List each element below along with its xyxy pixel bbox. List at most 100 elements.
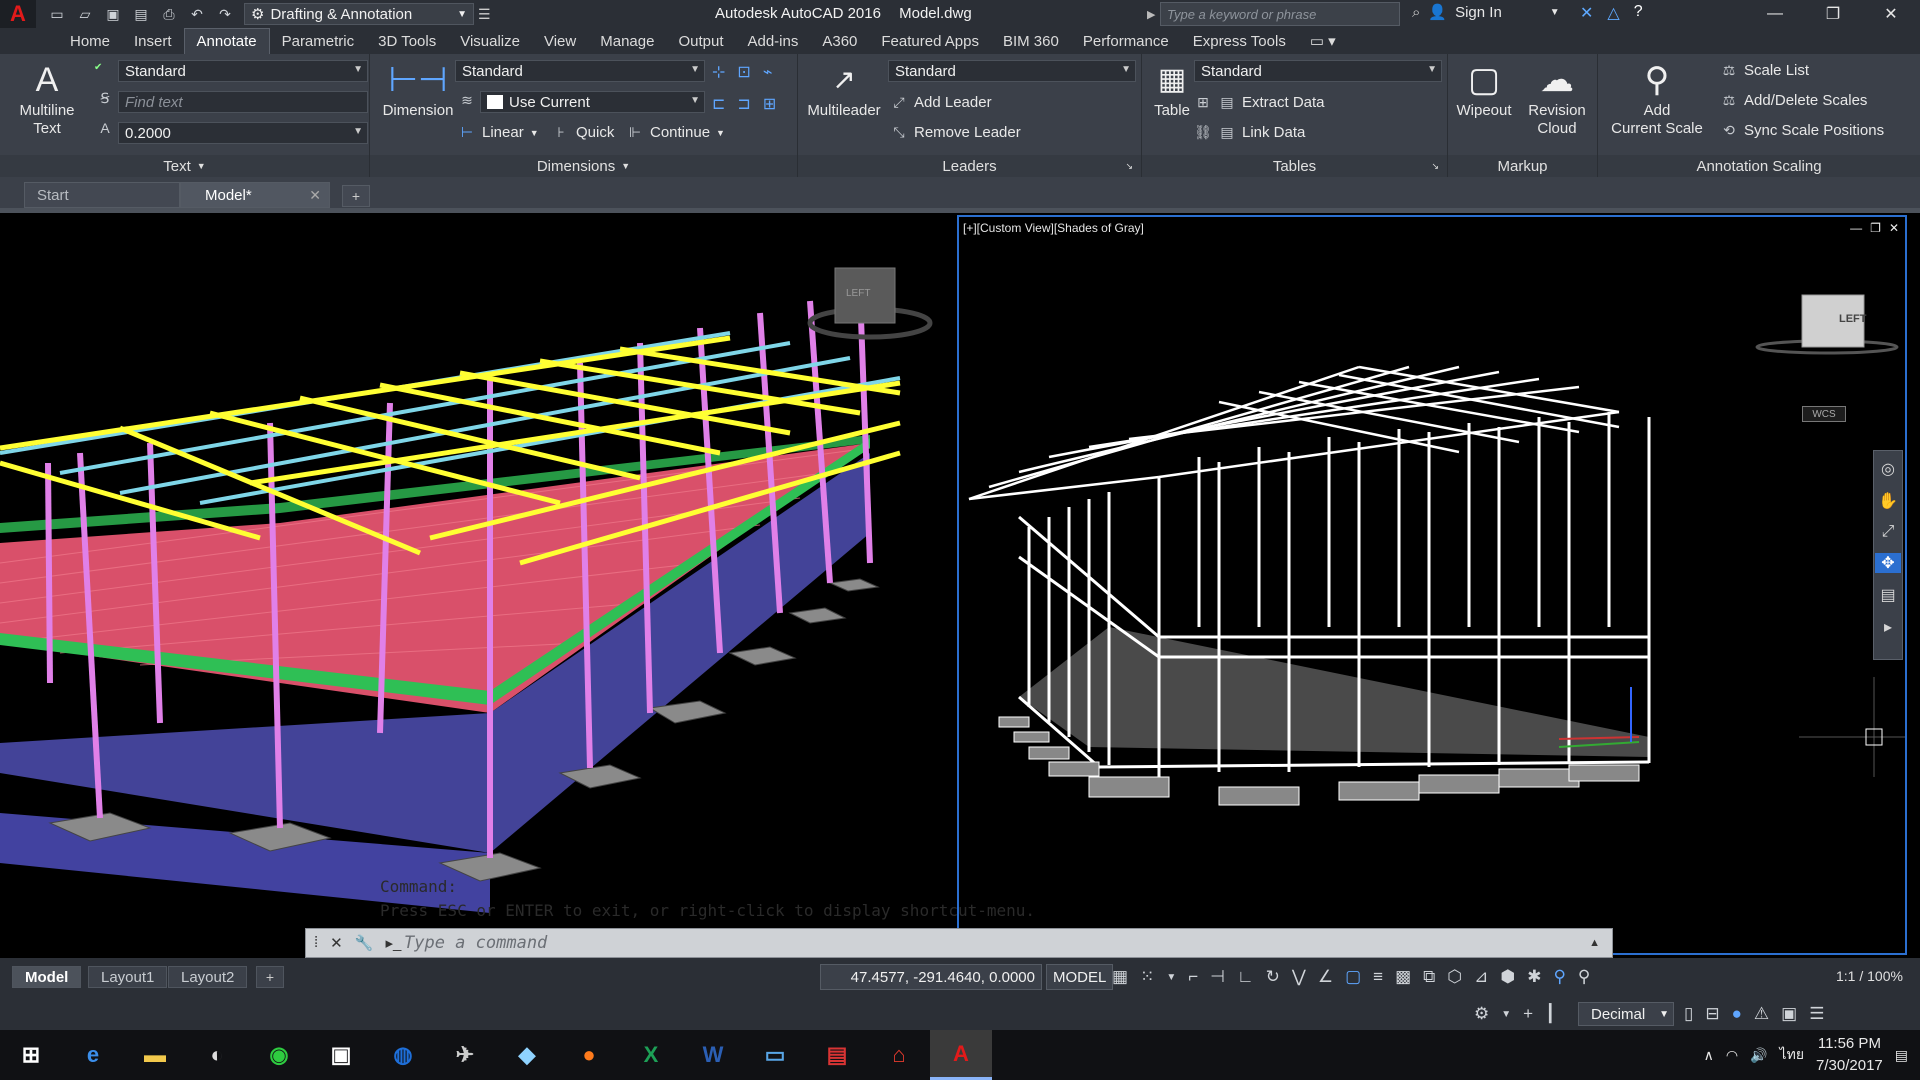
- remote-desktop-icon[interactable]: ▭: [744, 1030, 806, 1080]
- remove-leader-button[interactable]: ⤡ Remove Leader: [890, 124, 1020, 141]
- revision-cloud-button[interactable]: ☁ Revision Cloud: [1520, 58, 1594, 138]
- help-icon[interactable]: ?: [1634, 3, 1643, 23]
- new-file-icon[interactable]: ▭: [46, 4, 68, 24]
- object-snap-tracking-icon[interactable]: ∠: [1318, 967, 1333, 987]
- language-indicator[interactable]: ไทย: [1780, 1044, 1804, 1066]
- wipeout-button[interactable]: ▢ Wipeout: [1452, 58, 1516, 120]
- extract-data-button[interactable]: ⊞ ▤ Extract Data: [1194, 94, 1324, 111]
- tab-a360[interactable]: A360: [810, 28, 869, 54]
- close-viewport-icon[interactable]: ✕: [1889, 221, 1899, 235]
- chevron-down-icon[interactable]: ▼: [1166, 972, 1176, 983]
- minimize-icon[interactable]: —: [1746, 0, 1804, 28]
- autoscale-icon[interactable]: ⚲: [1578, 967, 1590, 987]
- coordinates-display[interactable]: 47.4577, -291.4640, 0.0000: [820, 964, 1042, 990]
- print-icon[interactable]: ⎙: [158, 4, 180, 24]
- save-icon[interactable]: ▣: [102, 4, 124, 24]
- units-icon[interactable]: ┃: [1545, 1004, 1555, 1024]
- object-snap-icon[interactable]: ▢: [1345, 967, 1361, 987]
- lineweight-icon[interactable]: ≡: [1373, 967, 1383, 987]
- dim-space-icon[interactable]: ⊏: [712, 94, 725, 114]
- annotation-visibility-icon[interactable]: ⚲: [1553, 967, 1565, 987]
- continue-dimension-button[interactable]: ⊩ Continue ▼: [626, 124, 725, 141]
- binoculars-icon[interactable]: ⌕: [1412, 4, 1420, 21]
- wifi-icon[interactable]: ◠: [1726, 1047, 1738, 1064]
- quick-properties-icon[interactable]: ▯: [1684, 1004, 1693, 1024]
- search-input[interactable]: ▶ Type a keyword or phrase: [1147, 2, 1400, 26]
- ortho-icon[interactable]: ∟: [1237, 967, 1254, 987]
- play-icon[interactable]: ▸: [1884, 617, 1892, 637]
- notifications-icon[interactable]: ▤: [1895, 1047, 1908, 1064]
- app-icon[interactable]: ◐: [186, 1030, 248, 1080]
- multileader-style-select[interactable]: Standard ▼: [888, 60, 1136, 82]
- leaders-panel-title[interactable]: Leaders ↘: [798, 155, 1141, 177]
- multiline-text-button[interactable]: A Multiline Text: [12, 58, 82, 138]
- viewcube[interactable]: [807, 267, 933, 340]
- edge-icon[interactable]: e: [62, 1030, 124, 1080]
- clock[interactable]: 11:56 PM 7/30/2017: [1816, 1033, 1883, 1077]
- a360-icon[interactable]: △: [1607, 3, 1619, 23]
- workspace-selector[interactable]: ⚙ Drafting & Annotation ▼: [244, 3, 474, 25]
- left-viewport[interactable]: LEFT: [0, 213, 951, 958]
- hardware-acceleration-icon[interactable]: ⚠: [1754, 1004, 1769, 1024]
- autocad-app-icon[interactable]: A: [930, 1030, 992, 1080]
- autocad-stack-icon[interactable]: ▤: [806, 1030, 868, 1080]
- isodraft-icon[interactable]: ⋁: [1292, 967, 1306, 987]
- 3d-osnap-icon[interactable]: ⬡: [1447, 967, 1462, 987]
- check-spelling-icon[interactable]: ✔: [94, 62, 102, 73]
- close-icon[interactable]: ✕: [1862, 0, 1920, 28]
- add-current-scale-button[interactable]: ⚲ Add Current Scale: [1610, 58, 1704, 138]
- sign-in-button[interactable]: ⌕ 👤 Sign In ▼: [1412, 3, 1560, 22]
- expand-arrow-icon[interactable]: ▶: [1147, 8, 1155, 21]
- dynamic-input-icon[interactable]: ⊣: [1210, 967, 1225, 987]
- dialog-launcher-icon[interactable]: ↘: [1125, 161, 1133, 172]
- firefox-icon[interactable]: ●: [558, 1030, 620, 1080]
- steering-wheel-icon[interactable]: ◎: [1881, 459, 1895, 479]
- selection-cycling-icon[interactable]: ⧉: [1423, 967, 1435, 987]
- clean-screen-icon[interactable]: ▣: [1781, 1004, 1797, 1024]
- multileader-button[interactable]: ↗ Multileader: [802, 58, 886, 120]
- tab-view[interactable]: View: [532, 28, 588, 54]
- excel-icon[interactable]: X: [620, 1030, 682, 1080]
- dim-adjust-icon[interactable]: ⊡: [737, 62, 750, 82]
- close-icon[interactable]: ✕: [309, 187, 321, 204]
- ribbon-minimize-icon[interactable]: ▭ ▾: [1298, 28, 1348, 54]
- maximize-viewport-icon[interactable]: ❐: [1870, 221, 1881, 235]
- gizmo-icon[interactable]: ✱: [1527, 967, 1541, 987]
- dim-update-icon[interactable]: ⊐: [737, 94, 750, 114]
- sync-scale-positions-button[interactable]: ⟲ Sync Scale Positions: [1720, 122, 1884, 139]
- layout-tab-model[interactable]: Model: [12, 966, 82, 988]
- lock-ui-icon[interactable]: ⊟: [1705, 1004, 1719, 1024]
- quick-dimension-button[interactable]: ⊦ Quick: [552, 124, 614, 141]
- chevron-up-icon[interactable]: ▲: [1589, 937, 1600, 949]
- text-style-select[interactable]: Standard ▼: [118, 60, 368, 82]
- tab-output[interactable]: Output: [666, 28, 735, 54]
- text-height-select[interactable]: 0.2000 ▼: [118, 122, 368, 144]
- undo-icon[interactable]: ↶: [186, 4, 208, 24]
- dim-oblique-icon[interactable]: ⊞: [763, 94, 776, 114]
- redo-icon[interactable]: ↷: [214, 4, 236, 24]
- find-text-input[interactable]: Find text: [118, 91, 368, 113]
- dimension-style-select[interactable]: Standard ▼: [455, 60, 705, 82]
- volume-icon[interactable]: 🔊: [1750, 1047, 1767, 1064]
- new-layout-button[interactable]: +: [256, 966, 284, 988]
- chevron-up-icon[interactable]: ∧: [1704, 1047, 1714, 1064]
- annotation-monitor-icon[interactable]: +: [1523, 1004, 1533, 1024]
- table-style-select[interactable]: Standard ▼: [1194, 60, 1442, 82]
- exchange-apps-icon[interactable]: ✕: [1580, 3, 1593, 23]
- tables-panel-title[interactable]: Tables ↘: [1142, 155, 1447, 177]
- pan-icon[interactable]: ✋: [1878, 491, 1898, 511]
- showmotion-icon[interactable]: ▤: [1880, 585, 1895, 605]
- tab-parametric[interactable]: Parametric: [270, 28, 367, 54]
- dynamic-ucs-icon[interactable]: ⊿: [1474, 967, 1488, 987]
- scale-list-button[interactable]: ⚖ Scale List: [1720, 62, 1809, 79]
- open-folder-icon[interactable]: ▱: [74, 4, 96, 24]
- satellite-icon[interactable]: ✈: [434, 1030, 496, 1080]
- tab-bim-360[interactable]: BIM 360: [991, 28, 1071, 54]
- wrench-icon[interactable]: 🔧: [355, 934, 374, 952]
- grip-icon[interactable]: ⁞: [314, 934, 318, 952]
- tab-3d-tools[interactable]: 3D Tools: [366, 28, 448, 54]
- tab-insert[interactable]: Insert: [122, 28, 184, 54]
- add-delete-scales-button[interactable]: ⚖ Add/Delete Scales: [1720, 92, 1868, 109]
- dim-jog-icon[interactable]: ⌁: [763, 62, 773, 82]
- selection-filter-icon[interactable]: ⬢: [1500, 967, 1515, 987]
